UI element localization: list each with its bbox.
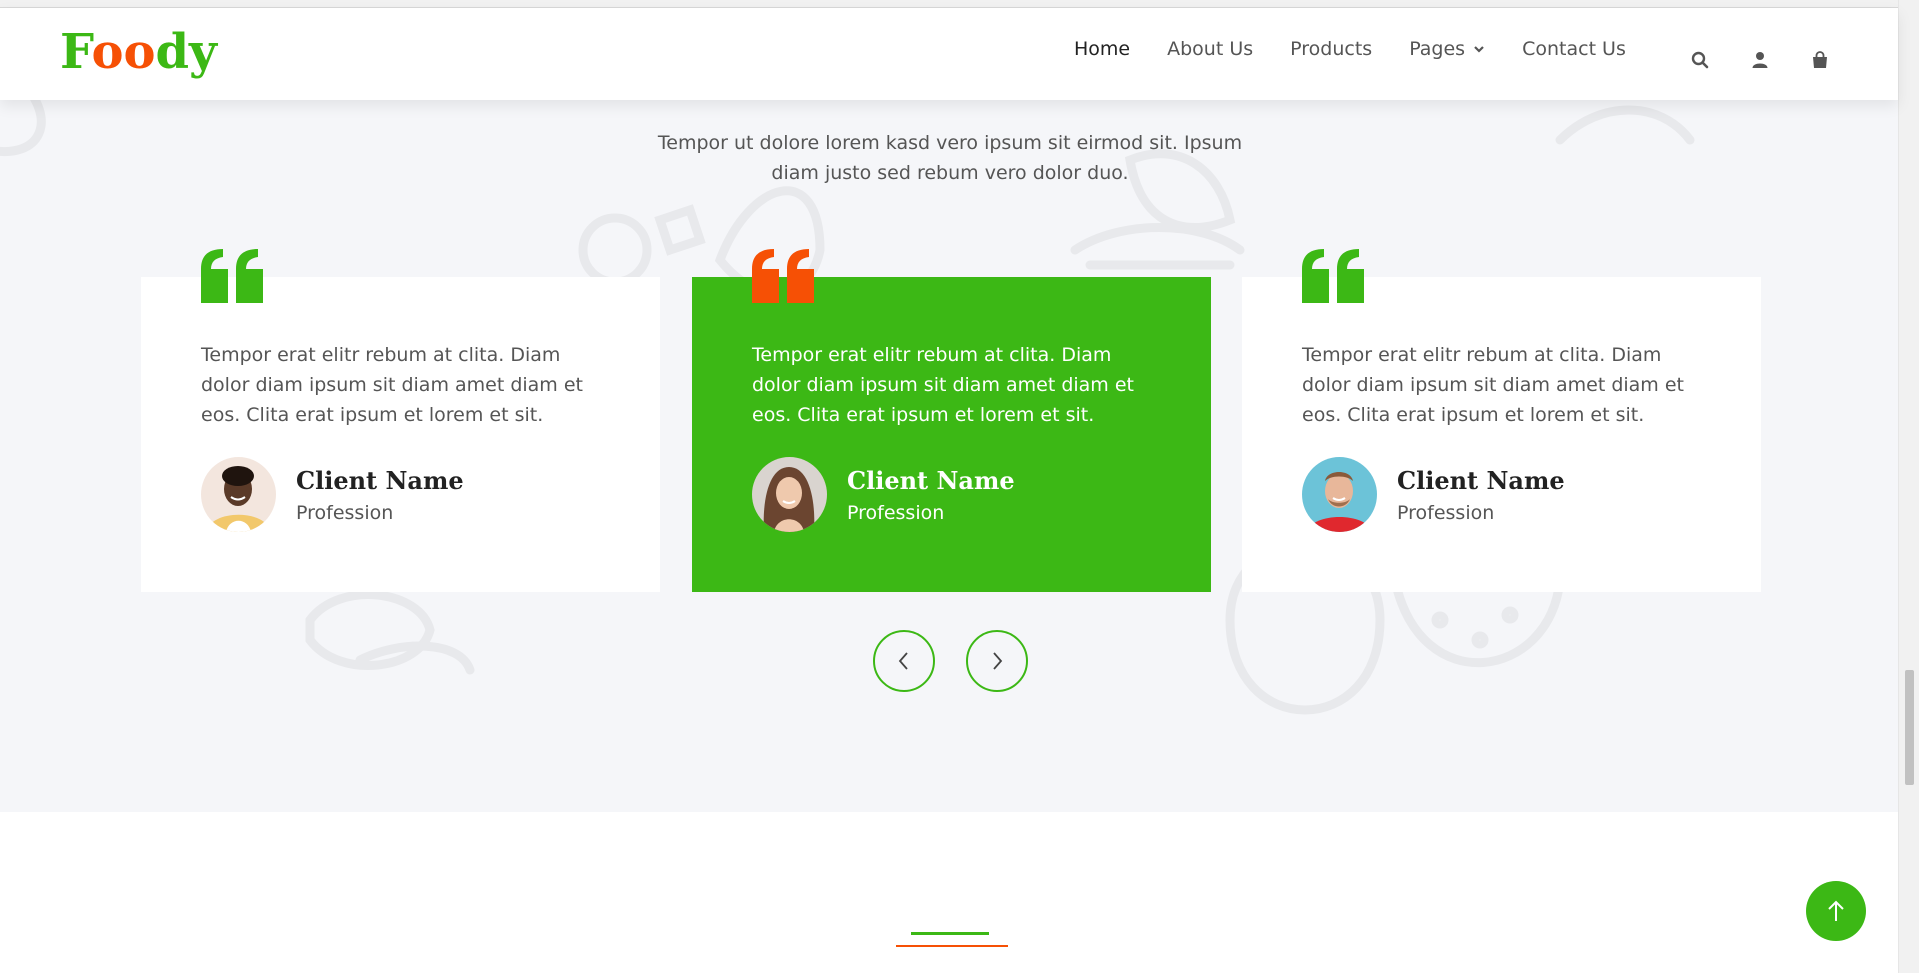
chevron-left-icon <box>898 652 908 670</box>
navbar: Foody Home About Us Products Pages Conta… <box>0 8 1898 100</box>
testimonial-text: Tempor erat elitr rebum at clita. Diam d… <box>752 344 1134 426</box>
client-info: Client Name Profession <box>1302 457 1565 532</box>
testimonial-intro-text: Tempor ut dolore lorem kasd vero ipsum s… <box>657 132 1243 184</box>
nav-item-products[interactable]: Products <box>1290 38 1372 60</box>
nav-links: Home About Us Products Pages Contact Us <box>1074 38 1663 60</box>
user-icon[interactable] <box>1750 50 1770 70</box>
avatar <box>752 457 827 532</box>
quote-icon <box>752 249 814 303</box>
chevron-right-icon <box>993 652 1003 670</box>
client-info: Client Name Profession <box>201 457 464 532</box>
arrow-up-icon <box>1828 900 1844 921</box>
logo-part-2: oo <box>91 24 156 80</box>
page-scrollbar[interactable] <box>1898 0 1919 973</box>
search-icon[interactable] <box>1690 50 1710 70</box>
testimonial-card: Tempor erat elitr rebum at clita. Diam d… <box>141 249 660 592</box>
client-details: Client Name Profession <box>847 466 1015 524</box>
nav-item-label: Contact Us <box>1522 38 1626 60</box>
quote-icon <box>1302 249 1364 303</box>
client-info: Client Name Profession <box>752 457 1015 532</box>
carousel-prev-button[interactable] <box>873 630 935 692</box>
back-to-top-button[interactable] <box>1806 881 1866 941</box>
shopping-bag-icon[interactable] <box>1810 50 1830 70</box>
logo-part-3: dy <box>155 24 217 80</box>
avatar <box>1302 457 1377 532</box>
client-details: Client Name Profession <box>1397 466 1565 524</box>
client-name: Client Name <box>1397 465 1565 495</box>
client-profession: Profession <box>847 501 945 524</box>
nav-item-home[interactable]: Home <box>1074 38 1130 60</box>
carousel-next-button[interactable] <box>966 630 1028 692</box>
client-profession: Profession <box>1397 501 1495 524</box>
testimonial-card-featured: Tempor erat elitr rebum at clita. Diam d… <box>692 249 1211 592</box>
nav-item-pages[interactable]: Pages <box>1409 38 1485 60</box>
client-profession: Profession <box>296 501 394 524</box>
avatar <box>201 457 276 532</box>
section-divider-green <box>911 932 989 935</box>
chevron-down-icon <box>1474 46 1484 53</box>
nav-item-contact-us[interactable]: Contact Us <box>1522 38 1626 60</box>
testimonial-text: Tempor erat elitr rebum at clita. Diam d… <box>201 344 583 426</box>
testimonial-card: Tempor erat elitr rebum at clita. Diam d… <box>1242 249 1761 592</box>
quote-icon <box>201 249 263 303</box>
scrollbar-thumb[interactable] <box>1905 670 1914 785</box>
nav-icons <box>1690 50 1870 70</box>
nav-item-label: Home <box>1074 38 1131 60</box>
nav-item-label: About Us <box>1167 38 1254 60</box>
client-name: Client Name <box>296 465 464 495</box>
nav-item-label: Pages <box>1409 38 1466 60</box>
nav-item-label: Products <box>1290 38 1373 60</box>
client-details: Client Name Profession <box>296 466 464 524</box>
client-name: Client Name <box>847 465 1015 495</box>
nav-item-about-us[interactable]: About Us <box>1167 38 1253 60</box>
brand-logo[interactable]: Foody <box>60 28 217 76</box>
browser-top-strip <box>0 0 1898 8</box>
testimonial-text: Tempor erat elitr rebum at clita. Diam d… <box>1302 344 1684 426</box>
section-divider-orange <box>896 945 1008 947</box>
logo-part-1: F <box>60 24 92 80</box>
